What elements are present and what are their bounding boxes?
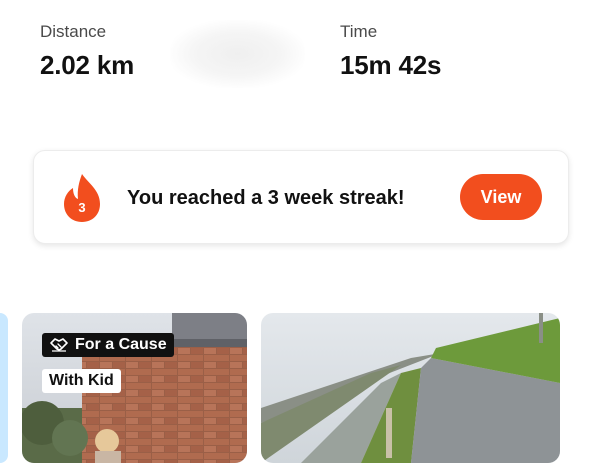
streak-card[interactable]: 3 You reached a 3 week streak! View [33,150,569,244]
tag-label: With Kid [49,372,114,389]
handshake-icon [50,338,68,352]
time-value: 15m 42s [340,50,442,80]
time-label: Time [340,22,378,41]
distance-value: 2.02 km [40,50,135,80]
activity-photo-card[interactable]: For a Cause With Kid [22,313,247,463]
distance-stat: Distance 2.02 km [40,22,134,81]
tag-for-a-cause: For a Cause [42,333,174,357]
flame-icon: 3 [64,174,100,222]
tag-with-kid: With Kid [42,369,121,393]
view-button[interactable]: View [460,174,542,220]
activity-photo-card[interactable] [261,313,560,463]
seaside-path-photo [261,313,560,463]
streak-message: You reached a 3 week streak! [127,187,405,209]
blurred-area [170,20,305,88]
partial-card[interactable] [0,313,8,463]
time-stat: Time 15m 42s [340,22,441,81]
distance-label: Distance [40,22,107,41]
tag-label: For a Cause [75,336,167,353]
streak-count: 3 [78,200,85,215]
